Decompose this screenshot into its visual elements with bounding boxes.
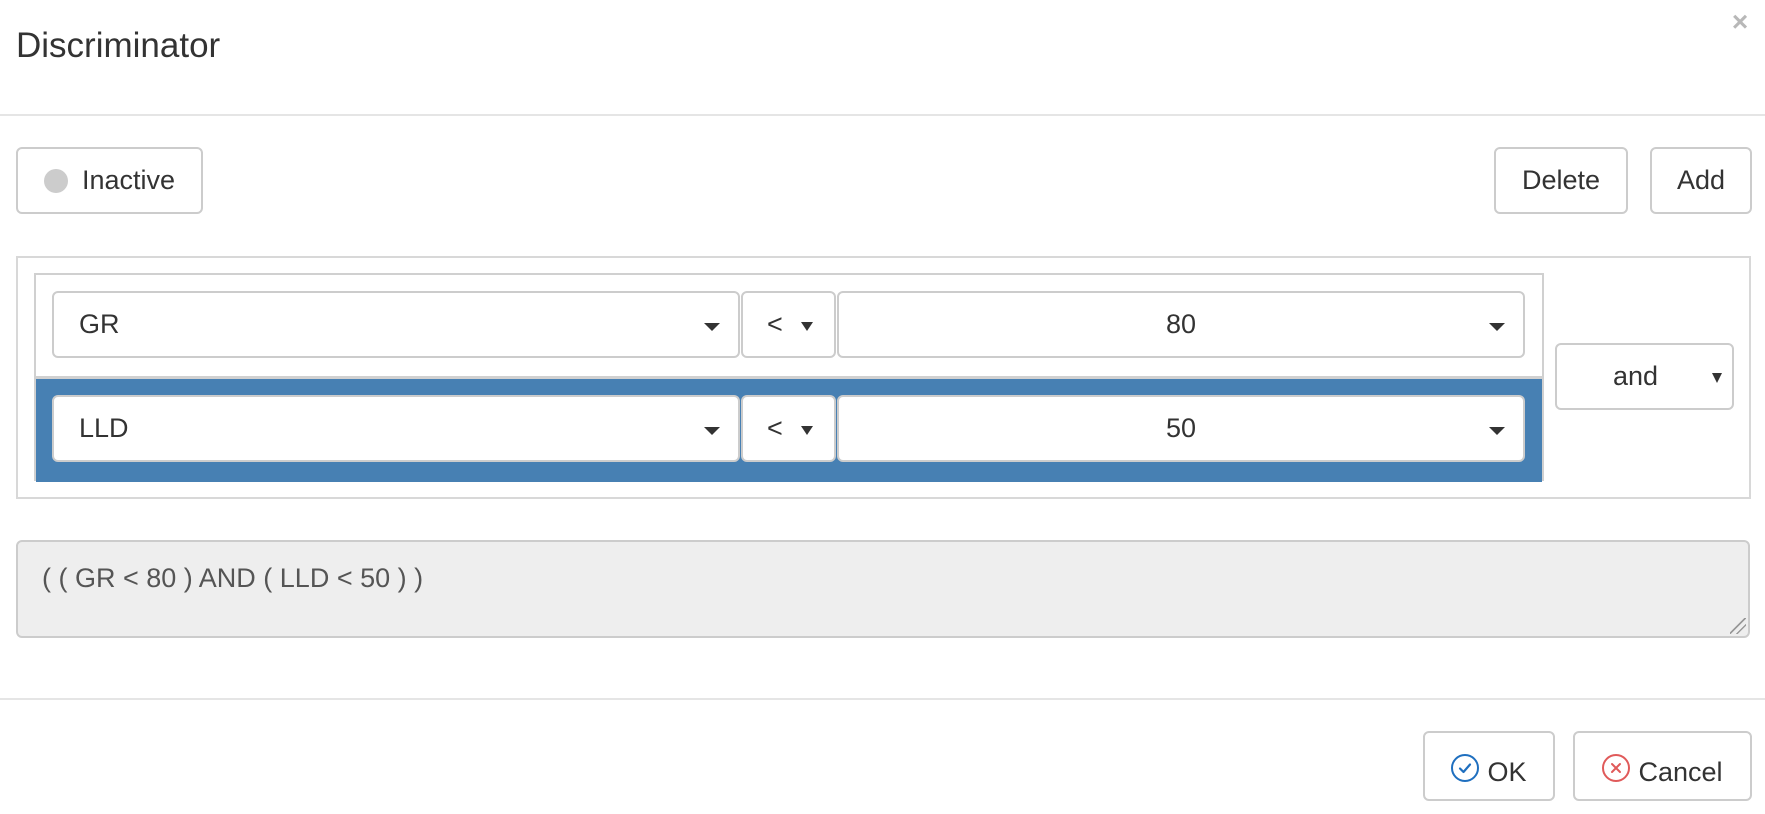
add-button[interactable]: Add <box>1650 147 1752 214</box>
caret-down-icon <box>1489 427 1505 435</box>
field-select-2[interactable]: LLD <box>52 395 740 462</box>
field-select-value: LLD <box>79 413 129 443</box>
status-label: Inactive <box>81 165 176 195</box>
operator-select-2[interactable]: < <box>741 395 836 462</box>
add-button-label: Add <box>1676 165 1726 195</box>
value-select-1[interactable]: 80 <box>837 291 1525 358</box>
ok-button-label: OK <box>1487 756 1527 787</box>
x-circle-icon <box>1602 754 1631 782</box>
delete-button[interactable]: Delete <box>1494 147 1628 214</box>
combinator-select-value: and <box>1612 361 1659 391</box>
expression-text: ( ( GR < 80 ) AND ( LLD < 50 ) ) <box>42 563 424 593</box>
caret-down-icon <box>1489 323 1505 331</box>
caret-down-icon <box>801 426 813 435</box>
field-select-1[interactable]: GR <box>52 291 740 358</box>
expression-textarea[interactable]: ( ( GR < 80 ) AND ( LLD < 50 ) ) <box>16 540 1750 638</box>
value-select-2[interactable]: 50 <box>837 395 1525 462</box>
operator-select-1[interactable]: < <box>741 291 836 358</box>
ok-button[interactable]: OK <box>1423 731 1555 801</box>
caret-down-icon <box>1712 373 1722 383</box>
delete-button-label: Delete <box>1521 165 1601 195</box>
operator-select-value: < <box>767 413 783 443</box>
discriminator-dialog: Discriminator × Inactive Delete Add GR <… <box>0 0 1765 814</box>
caret-down-icon <box>704 427 720 435</box>
header-divider <box>0 114 1765 116</box>
dialog-title: Discriminator <box>16 26 221 65</box>
caret-down-icon <box>704 323 720 331</box>
value-select-value: 80 <box>1165 309 1197 339</box>
caret-down-icon <box>801 322 813 331</box>
operator-select-value: < <box>767 309 783 339</box>
check-circle-icon <box>1451 754 1480 782</box>
cancel-button-label: Cancel <box>1638 756 1723 787</box>
status-dot-icon <box>43 168 68 193</box>
status-toggle-button[interactable]: Inactive <box>16 147 203 214</box>
footer-divider <box>0 698 1765 700</box>
resize-grip-icon[interactable] <box>1730 618 1746 634</box>
cancel-button[interactable]: Cancel <box>1573 731 1752 801</box>
close-icon[interactable]: × <box>1724 6 1756 38</box>
field-select-value: GR <box>79 309 120 339</box>
value-select-value: 50 <box>1165 413 1197 443</box>
combinator-select[interactable]: and <box>1555 343 1734 410</box>
